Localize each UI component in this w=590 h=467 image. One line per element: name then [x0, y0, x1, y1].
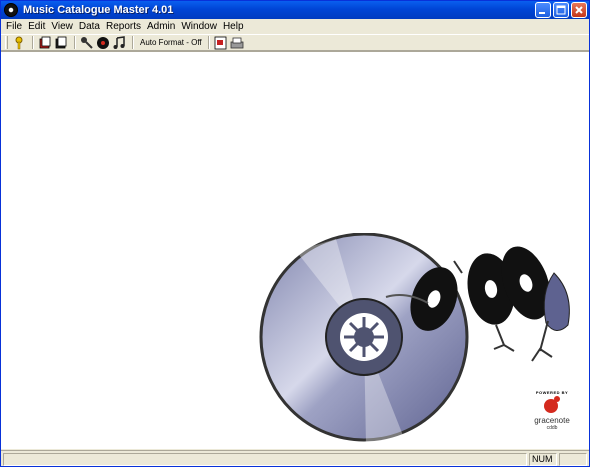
close-icon	[575, 6, 583, 14]
menu-bar: File Edit View Data Reports Admin Window…	[1, 19, 589, 34]
key-icon	[15, 36, 23, 49]
num-lock-indicator: NUM	[529, 453, 557, 466]
status-pane-extra	[559, 453, 587, 466]
minimize-icon	[539, 12, 545, 14]
gracenote-mark-icon	[544, 396, 560, 413]
maximize-button[interactable]	[553, 2, 569, 18]
toolbar-separator	[207, 36, 210, 49]
toolbar-grip[interactable]	[5, 36, 8, 49]
menu-admin[interactable]: Admin	[144, 21, 178, 32]
key-button[interactable]	[12, 36, 26, 50]
print-button[interactable]	[230, 36, 244, 50]
toolbar-separator	[132, 36, 134, 49]
catalog-button[interactable]	[38, 36, 52, 50]
music-note-icon	[113, 35, 125, 49]
title-bar[interactable]: Music Catalogue Master 4.01	[1, 1, 589, 19]
book-red-icon	[39, 36, 51, 48]
microphone-button[interactable]	[80, 36, 94, 50]
menu-edit[interactable]: Edit	[25, 21, 48, 32]
status-message-pane	[3, 453, 527, 466]
microphone-icon	[81, 36, 93, 49]
status-bar: NUM	[1, 450, 589, 466]
record-icon	[97, 36, 109, 49]
cddb-label: cddb	[546, 425, 558, 431]
menu-data[interactable]: Data	[76, 21, 103, 32]
toolbar-separator	[32, 36, 34, 49]
music-note-button[interactable]	[112, 35, 126, 50]
autoformat-toggle[interactable]: Auto Format - Off	[140, 38, 202, 47]
gracenote-name: gracenote	[534, 416, 570, 425]
menu-help[interactable]: Help	[220, 21, 247, 32]
menu-file[interactable]: File	[3, 21, 25, 32]
menu-reports[interactable]: Reports	[103, 21, 144, 32]
record-button[interactable]	[96, 36, 110, 50]
gracenote-logo: POWERED BY gracenote cddb	[529, 390, 575, 436]
toolbar: Auto Format - Off	[1, 34, 589, 51]
menu-window[interactable]: Window	[178, 21, 220, 32]
report-button[interactable]	[214, 36, 228, 50]
maximize-icon	[556, 5, 566, 15]
window-title: Music Catalogue Master 4.01	[23, 4, 174, 16]
caption-buttons	[535, 2, 587, 18]
report-icon	[214, 36, 227, 49]
app-icon[interactable]	[4, 3, 18, 17]
toolbar-separator	[74, 36, 76, 49]
minimize-button[interactable]	[535, 2, 551, 18]
close-button[interactable]	[571, 2, 587, 18]
menu-view[interactable]: View	[48, 21, 76, 32]
printer-icon	[230, 37, 244, 48]
book-black-icon	[55, 36, 67, 48]
catalog2-button[interactable]	[54, 36, 68, 50]
app-window: Music Catalogue Master 4.01 File Edit Vi…	[0, 0, 590, 467]
